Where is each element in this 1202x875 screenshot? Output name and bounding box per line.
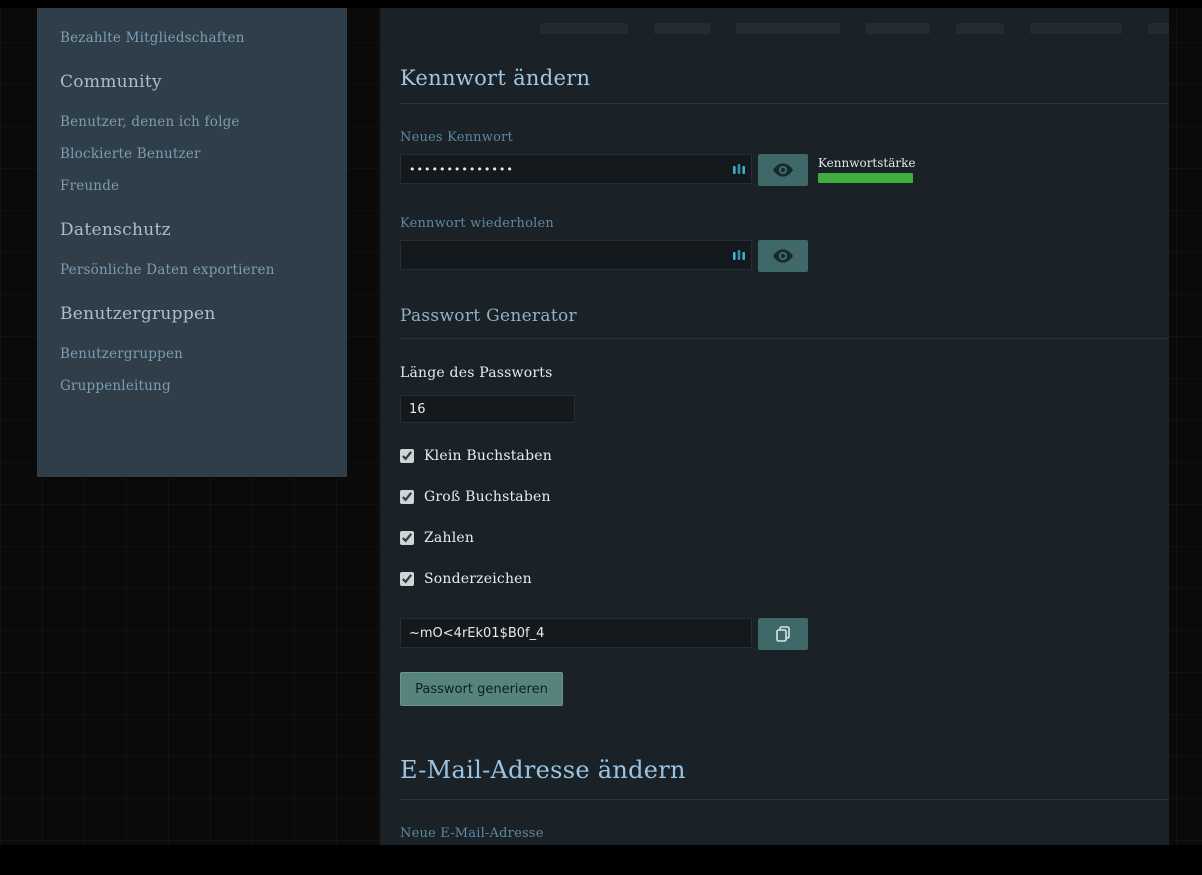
settings-sidebar: Bezahlte Mitgliedschaften Community Benu…: [37, 8, 347, 477]
new-password-row: Kennwortstärke: [400, 154, 1168, 186]
repeat-password-input[interactable]: [400, 240, 752, 270]
option-special-chars-row: Sonderzeichen: [400, 571, 1168, 587]
lowercase-label: Klein Buchstaben: [424, 448, 552, 464]
sidebar-item-persoenliche-daten-exportieren[interactable]: Persönliche Daten exportieren: [60, 262, 329, 278]
generated-password-row: [400, 618, 1168, 650]
uppercase-label: Groß Buchstaben: [424, 489, 551, 505]
numbers-label: Zahlen: [424, 530, 474, 546]
eye-icon: [773, 249, 793, 263]
show-password-button[interactable]: [758, 154, 808, 186]
copy-password-button[interactable]: [758, 618, 808, 650]
repeat-password-row: [400, 240, 1168, 272]
special-chars-label: Sonderzeichen: [424, 571, 532, 587]
uppercase-checkbox[interactable]: [400, 490, 414, 504]
lowercase-checkbox[interactable]: [400, 449, 414, 463]
repeat-password-input-wrap: [400, 240, 752, 270]
numbers-checkbox[interactable]: [400, 531, 414, 545]
option-uppercase-row: Groß Buchstaben: [400, 489, 1168, 505]
option-numbers-row: Zahlen: [400, 530, 1168, 546]
new-email-label: Neue E-Mail-Adresse: [400, 826, 1168, 841]
password-strength: Kennwortstärke: [818, 154, 916, 183]
repeat-password-label: Kennwort wiederholen: [400, 216, 1168, 231]
eye-icon: [773, 163, 793, 177]
section-title-password-generator: Passwort Generator: [400, 306, 1168, 339]
section-title-change-password: Kennwort ändern: [400, 66, 1168, 104]
bottom-black-strip: [0, 845, 1202, 875]
sidebar-item-freunde[interactable]: Freunde: [60, 178, 329, 194]
show-password-button[interactable]: [758, 240, 808, 272]
sidebar-item-benutzer-denen-ich-folge[interactable]: Benutzer, denen ich folge: [60, 114, 329, 130]
top-black-strip: [0, 0, 1202, 8]
new-password-input-wrap: [400, 154, 752, 184]
password-length-label: Länge des Passworts: [400, 365, 1168, 381]
sidebar-section-title: Datenschutz: [60, 220, 329, 240]
sidebar-section-community: Community Benutzer, denen ich folge Bloc…: [60, 72, 329, 194]
account-settings-panel: Kennwort ändern Neues Kennwort Kennworts…: [380, 8, 1169, 845]
sidebar-section-datenschutz: Datenschutz Persönliche Daten exportiere…: [60, 220, 329, 278]
option-lowercase-row: Klein Buchstaben: [400, 448, 1168, 464]
new-password-label: Neues Kennwort: [400, 130, 1168, 145]
password-manager-icon[interactable]: [732, 162, 746, 176]
password-manager-icon[interactable]: [732, 248, 746, 262]
password-strength-meter: [818, 173, 913, 183]
sidebar-item-benutzergruppen[interactable]: Benutzergruppen: [60, 346, 329, 362]
section-title-change-email: E-Mail-Adresse ändern: [400, 756, 1168, 800]
sidebar-section-title: Benutzergruppen: [60, 304, 329, 324]
top-nav-remnant: [540, 23, 1169, 34]
generated-password-input[interactable]: [400, 618, 752, 648]
password-strength-label: Kennwortstärke: [818, 156, 916, 170]
sidebar-item-gruppenleitung[interactable]: Gruppenleitung: [60, 378, 329, 394]
special-chars-checkbox[interactable]: [400, 572, 414, 586]
sidebar-section-title: Community: [60, 72, 329, 92]
password-length-input[interactable]: [400, 395, 575, 423]
generate-password-button[interactable]: Passwort generieren: [400, 672, 563, 706]
sidebar-item-bezahlte-mitgliedschaften[interactable]: Bezahlte Mitgliedschaften: [60, 30, 329, 46]
sidebar-section-benutzergruppen: Benutzergruppen Benutzergruppen Gruppenl…: [60, 304, 329, 394]
copy-icon: [775, 626, 791, 642]
generated-password-input-wrap: [400, 618, 752, 648]
sidebar-item-blockierte-benutzer[interactable]: Blockierte Benutzer: [60, 146, 329, 162]
new-password-input[interactable]: [400, 154, 752, 184]
